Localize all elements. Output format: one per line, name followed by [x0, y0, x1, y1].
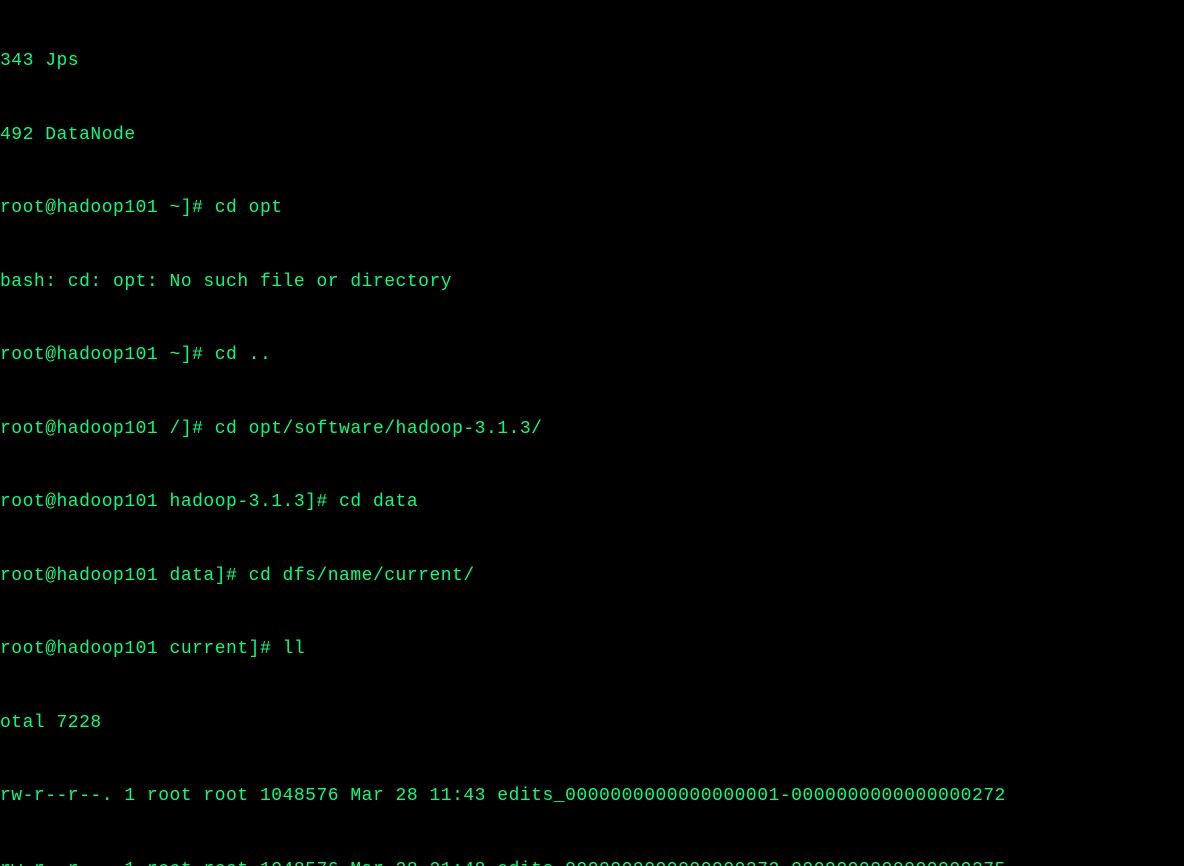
terminal-line: bash: cd: opt: No such file or directory: [0, 270, 1184, 295]
terminal-line: 492 DataNode: [0, 123, 1184, 148]
terminal-line: root@hadoop101 ~]# cd ..: [0, 343, 1184, 368]
terminal-line: rw-r--r--. 1 root root 1048576 Mar 28 21…: [0, 858, 1184, 866]
terminal-line: 343 Jps: [0, 49, 1184, 74]
terminal-line: otal 7228: [0, 711, 1184, 736]
terminal-line: root@hadoop101 ~]# cd opt: [0, 196, 1184, 221]
terminal-line: root@hadoop101 current]# ll: [0, 637, 1184, 662]
terminal-line: rw-r--r--. 1 root root 1048576 Mar 28 11…: [0, 784, 1184, 809]
terminal-line: root@hadoop101 data]# cd dfs/name/curren…: [0, 564, 1184, 589]
terminal-line: root@hadoop101 hadoop-3.1.3]# cd data: [0, 490, 1184, 515]
terminal-output[interactable]: 343 Jps 492 DataNode root@hadoop101 ~]# …: [0, 0, 1184, 866]
terminal-line: root@hadoop101 /]# cd opt/software/hadoo…: [0, 417, 1184, 442]
